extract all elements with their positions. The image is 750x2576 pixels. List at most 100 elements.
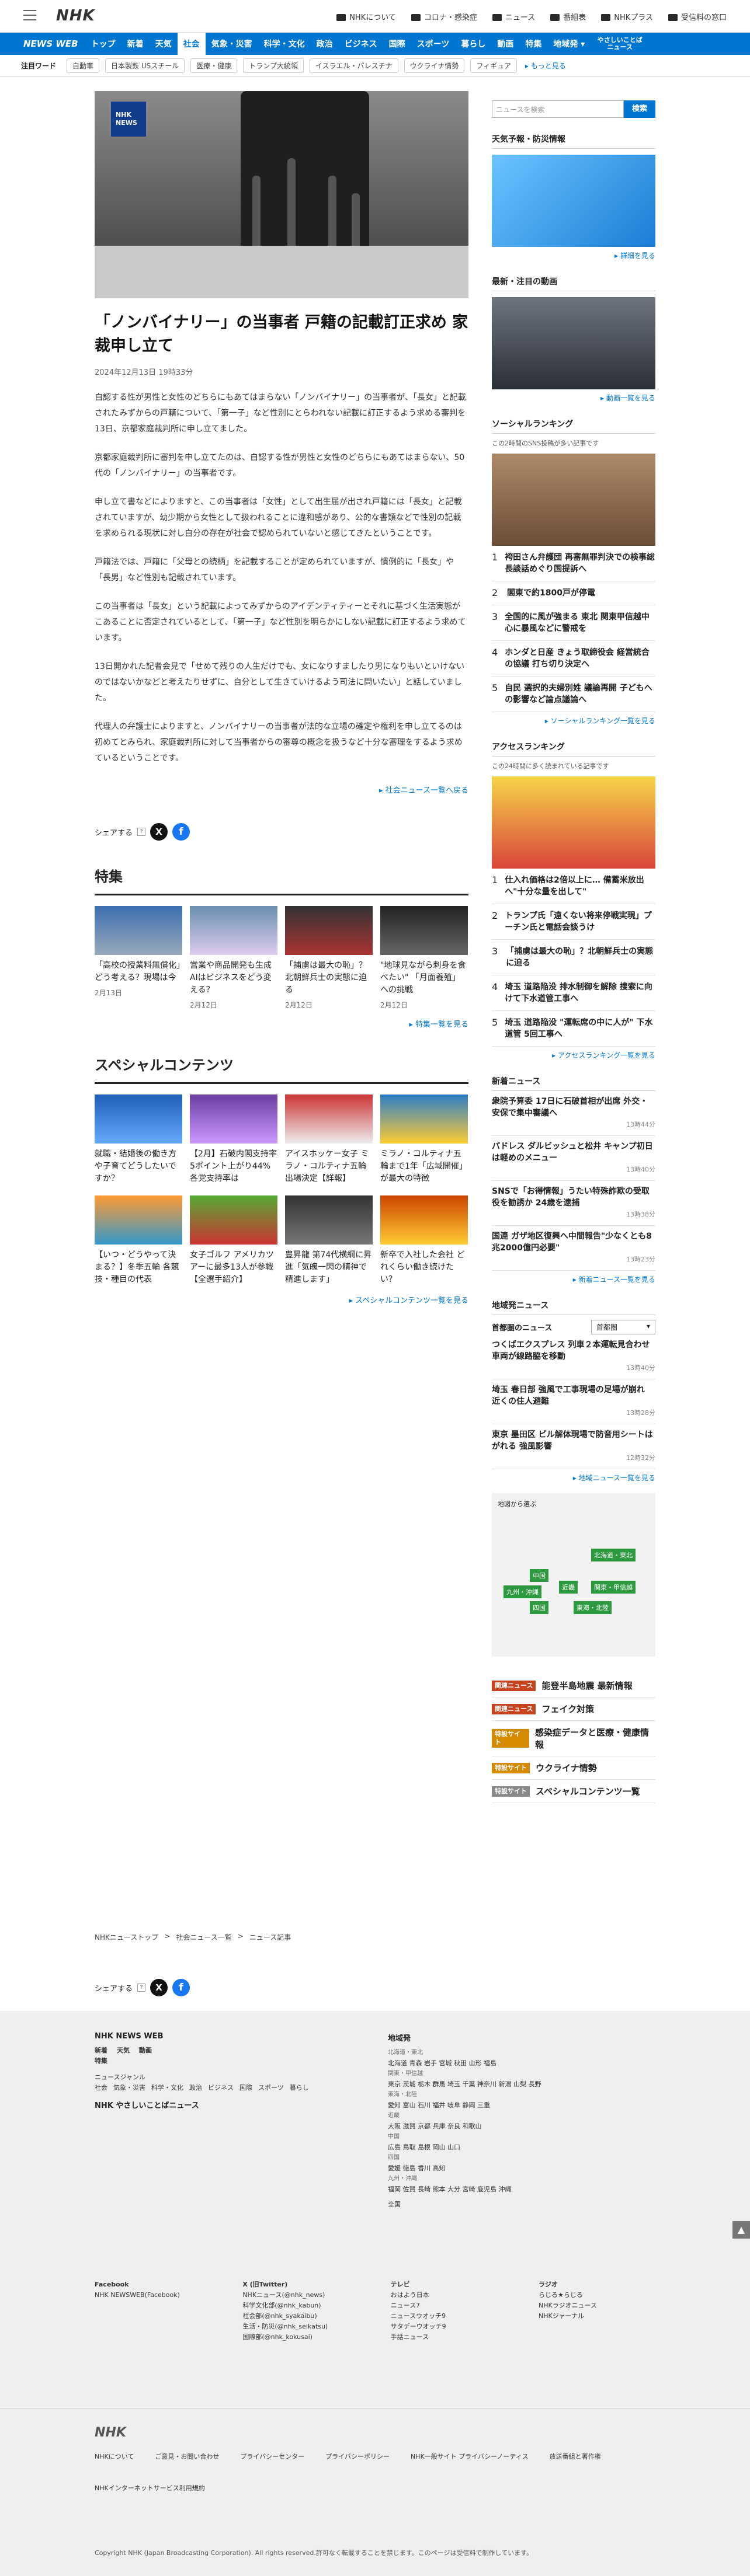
region-prefs[interactable]: 全国 <box>388 2199 657 2210</box>
nav-easy-news[interactable]: やさしいことば ニュース <box>591 33 649 55</box>
help-icon[interactable]: ? <box>137 828 146 836</box>
news-item[interactable]: つくばエクスプレス 列車２本運転見合わせ 車両が線路脇を移動 13時40分 <box>492 1334 655 1379</box>
rank-item[interactable]: 4 埼玉 道路陥没 排水制御を解除 搜索に向けて下水道管工事へ <box>492 975 655 1011</box>
rank-item[interactable]: 2 閣東で約1800戸が停電 <box>492 581 655 605</box>
sns-link[interactable]: 生活・防災(@nhk_seikatsu) <box>242 2321 377 2332</box>
footer-genre[interactable]: スポーツ <box>258 2083 284 2093</box>
special-card[interactable]: 就職・結婚後の働き方や子育てどうしたいですか？ <box>95 1094 182 1185</box>
back-to-society-link[interactable]: ▸ 社会ニュース一覧へ戻る <box>95 784 468 795</box>
special-card[interactable]: 新卒で入社した会社 どれくらい働き続けたい？ <box>380 1195 468 1286</box>
sns-link[interactable]: 国際部(@nhk_kokusai) <box>242 2332 377 2343</box>
region-prefs[interactable]: 東京 茨城 栃木 群馬 埼玉 千葉 神奈川 新潟 山梨 長野 <box>388 2079 657 2090</box>
breadcrumb-item[interactable]: 社会ニュース一覧 <box>176 1932 231 1942</box>
rank-item[interactable]: 1 袴田さん弁護団 再審無罪判決での検事総長談話めぐり国提訴へ <box>492 546 655 581</box>
nav-region[interactable]: 地域発 ▾ <box>547 33 591 55</box>
header-link-program[interactable]: 番組表 <box>550 11 586 22</box>
news-item[interactable]: 東京 墨田区 ビル解体現場で防音用シートはがれる 強風影響 12時32分 <box>492 1424 655 1469</box>
social-thumbnail[interactable] <box>492 454 655 546</box>
footer-bottom-link[interactable]: プライバシーポリシー <box>325 2452 390 2462</box>
tv-link[interactable]: サタデーウオッチ9 <box>391 2321 525 2332</box>
special-more-link[interactable]: ▸ スペシャルコンテンツ一覧を見る <box>95 1294 468 1305</box>
header-link-fee[interactable]: 受信料の窓口 <box>668 11 727 22</box>
footer-link[interactable]: 新着 <box>95 2045 107 2056</box>
special-card[interactable]: ミラノ・コルティナ五輪まで1年「広域開催」が最大の特徴 <box>380 1094 468 1185</box>
hot-chip[interactable]: 日本製鉄 USスチール <box>105 58 185 73</box>
tv-link[interactable]: ニュース7 <box>391 2300 525 2311</box>
tag-item[interactable]: 特設サイト ウクライナ情勢 <box>492 1756 655 1780</box>
tag-item[interactable]: 関連ニュース フェイク対策 <box>492 1697 655 1721</box>
facebook-share-icon[interactable]: f <box>172 1979 190 1996</box>
tag-item[interactable]: 関連ニュース 能登半島地震 最新情報 <box>492 1674 655 1697</box>
footer-bottom-link[interactable]: NHKについて <box>95 2452 134 2462</box>
footer-bottom-link[interactable]: NHK一般サイト プライバシーノーティス <box>411 2452 529 2462</box>
nav-feature[interactable]: 特集 <box>519 33 547 55</box>
nav-top[interactable]: トップ <box>85 33 121 55</box>
local-news-more-link[interactable]: ▸ 地域ニュース一覧を見る <box>492 1473 655 1483</box>
tag-item[interactable]: 特設サイト 感染症データと医療・健康情報 <box>492 1721 655 1756</box>
nav-international[interactable]: 国際 <box>383 33 411 55</box>
region-prefs[interactable]: 広島 鳥取 島根 岡山 山口 <box>388 2142 657 2153</box>
region-kyushu[interactable]: 九州・沖縄 <box>504 1585 541 1598</box>
footer-genre[interactable]: 気象・災害 <box>113 2083 145 2093</box>
special-card[interactable]: アイスホッケー女子 ミラノ・コルティナ五輪出場決定【詳報】 <box>285 1094 373 1185</box>
news-item[interactable]: SNSで「お得情報」うたい特殊詐欺の受取役を勧誘か 24歳を逮捕 13時38分 <box>492 1181 655 1226</box>
hamburger-menu-icon[interactable] <box>23 10 36 20</box>
news-item[interactable]: 衆院予算委 17日に石破首相が出席 外交・安保で集中審議へ 13時44分 <box>492 1091 655 1136</box>
video-more-link[interactable]: ▸ 動画一覧を見る <box>492 393 655 403</box>
x-share-icon[interactable]: X <box>150 1979 168 1996</box>
footer-bottom-link[interactable]: ご意見・お問い合わせ <box>155 2452 219 2462</box>
footer-genre[interactable]: 科学・文化 <box>151 2083 183 2093</box>
hot-chip[interactable]: 医療・健康 <box>190 58 238 73</box>
footer-genre[interactable]: 社会 <box>95 2083 107 2093</box>
nav-disaster[interactable]: 気象・災害 <box>206 33 258 55</box>
region-hokkaido-tohoku[interactable]: 北海道・東北 <box>591 1549 636 1561</box>
special-card[interactable]: 【2月】石破内閣支持率 5ポイント上がり44% 各党支持率は <box>190 1094 277 1185</box>
nav-new[interactable]: 新着 <box>121 33 150 55</box>
footer-genre[interactable]: 国際 <box>239 2083 252 2093</box>
rank-item[interactable]: 3 「捕虜は最大の恥」？北朝鮮兵士の実態に迫る <box>492 940 655 975</box>
tv-link[interactable]: おはよう日本 <box>391 2290 525 2300</box>
footer-brand[interactable]: NHK NEWS WEB <box>95 2032 375 2041</box>
radio-link[interactable]: NHKラジオニュース <box>539 2300 655 2311</box>
special-card[interactable]: 豊昇龍 第74代横綱に昇進「気魄一閃の精神で精進します」 <box>285 1195 373 1286</box>
footer-link[interactable]: 動画 <box>139 2045 152 2056</box>
footer-genre[interactable]: 暮らし <box>290 2083 309 2093</box>
region-kinki[interactable]: 近畿 <box>559 1581 578 1594</box>
help-icon[interactable]: ? <box>137 1984 146 1992</box>
search-button[interactable]: 検索 <box>624 100 655 118</box>
rank-item[interactable]: 5 自民 選択的夫婦別姓 議論再開 子どもへの影響など論点議論へ <box>492 677 655 712</box>
special-card[interactable]: 【いつ・どうやって決まる？】冬季五輪 各競技・種目の代表 <box>95 1195 182 1286</box>
nhk-logo[interactable]: NHK <box>56 7 95 25</box>
sns-link[interactable]: NHKニュース(@nhk_news) <box>242 2290 377 2300</box>
region-chugoku[interactable]: 中国 <box>530 1569 548 1582</box>
news-item[interactable]: 国連 ガザ地区復興へ中間報告"少なくとも8兆2000億円必要" 13時23分 <box>492 1226 655 1271</box>
region-prefs[interactable]: 大阪 滋賀 京都 兵庫 奈良 和歌山 <box>388 2121 657 2132</box>
region-kanto[interactable]: 関東・甲信越 <box>591 1581 636 1594</box>
footer-nhk-logo[interactable]: NHK <box>95 2425 126 2440</box>
footer-easy-news[interactable]: NHK やさしいことばニュース <box>95 2099 375 2110</box>
breadcrumb-item[interactable]: NHKニューストップ <box>95 1932 158 1942</box>
sns-link[interactable]: 社会部(@nhk_syakaibu) <box>242 2311 377 2321</box>
region-prefs[interactable]: 北海道 青森 岩手 宮城 秋田 山形 福島 <box>388 2058 657 2069</box>
header-link-corona[interactable]: コロナ・感染症 <box>411 11 477 22</box>
feature-more-link[interactable]: ▸ 特集一覧を見る <box>95 1018 468 1029</box>
feature-card[interactable]: 「高校の授業料無償化」どう考える？現場は今 2月13日 <box>95 906 182 1010</box>
radio-link[interactable]: NHKジャーナル <box>539 2311 655 2321</box>
footer-bottom-link[interactable]: NHKインターネットサービス利用規約 <box>95 2483 205 2494</box>
rank-item[interactable]: 4 ホンダと日産 きょう取締役会 経営統合の協議 打ち切り決定へ <box>492 641 655 677</box>
special-card[interactable]: 女子ゴルフ アメリカツアーに最多13人が参戦【全選手紹介】 <box>190 1195 277 1286</box>
region-prefs[interactable]: 愛知 富山 石川 福井 岐阜 静岡 三重 <box>388 2100 657 2111</box>
region-shikoku[interactable]: 四国 <box>530 1601 548 1614</box>
new-news-more-link[interactable]: ▸ 新着ニュース一覧を見る <box>492 1274 655 1284</box>
rank-item[interactable]: 1 仕入れ価格は2倍以上に… 備蓄米放出へ"十分な量を出して" <box>492 869 655 904</box>
hot-chip[interactable]: ウクライナ情勢 <box>404 58 465 73</box>
x-share-icon[interactable]: X <box>150 823 168 841</box>
rank-item[interactable]: 3 全国的に風が強まる 東北 関東甲信越中心に暴風などに警戒を <box>492 605 655 641</box>
rank-item[interactable]: 2 トランプ氏「遠くない将来停戦実現」プーチン氏と電話会談うけ <box>492 904 655 940</box>
footer-link[interactable]: 天気 <box>117 2045 130 2056</box>
facebook-share-icon[interactable]: f <box>172 823 190 841</box>
region-prefs[interactable]: 愛媛 徳島 香川 高知 <box>388 2163 657 2174</box>
nav-science[interactable]: 科学・文化 <box>258 33 311 55</box>
access-more-link[interactable]: ▸ アクセスランキング一覧を見る <box>492 1050 655 1060</box>
video-thumbnail[interactable] <box>492 297 655 389</box>
